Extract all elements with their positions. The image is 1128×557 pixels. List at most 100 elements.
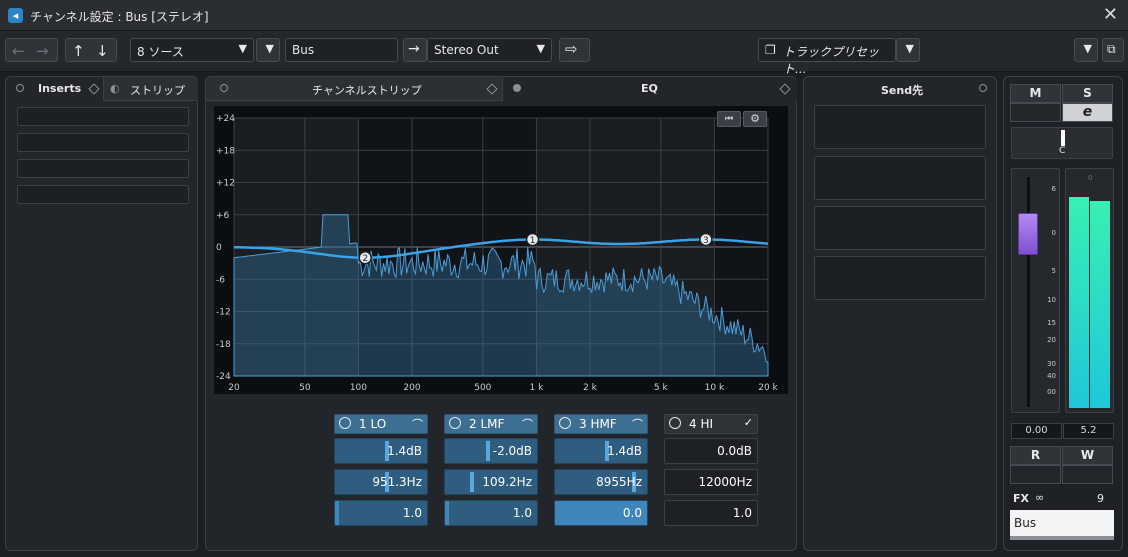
- automation-slot-right[interactable]: [1062, 465, 1113, 484]
- sources-select[interactable]: 8 ソース ▼: [130, 38, 254, 62]
- eq-node-1[interactable]: 1: [525, 232, 540, 247]
- preset-diamond-icon[interactable]: [88, 83, 100, 95]
- listen-button[interactable]: [1010, 103, 1061, 122]
- send-slot-3[interactable]: [814, 206, 986, 250]
- view-options-dropdown[interactable]: ▼: [1074, 38, 1098, 62]
- channel-name-label[interactable]: Bus: [1010, 510, 1114, 540]
- reset-icon[interactable]: ⏮: [717, 111, 741, 127]
- fader-handle[interactable]: [1018, 213, 1038, 255]
- gain-axis-label: -18: [216, 340, 231, 350]
- route-output-button[interactable]: ⇨: [559, 38, 590, 62]
- gain-axis-label: +24: [216, 114, 235, 124]
- meter-scale-top: 0: [1088, 174, 1093, 182]
- up-arrow-icon[interactable]: ↑: [72, 42, 85, 60]
- automation-slot-left[interactable]: [1010, 465, 1061, 484]
- send-slot-4[interactable]: [814, 256, 986, 300]
- band-1-q-field[interactable]: 1.0: [334, 500, 428, 526]
- band-1-header[interactable]: 1 LO ⌒: [334, 414, 428, 434]
- gain-axis-label: +18: [216, 146, 235, 156]
- fader-value[interactable]: 0.00: [1011, 423, 1062, 439]
- forward-arrow-icon[interactable]: →: [36, 42, 49, 60]
- band-4-frequency-field[interactable]: 12000Hz: [664, 469, 758, 495]
- freq-axis-label: 1 k: [530, 383, 545, 393]
- band-2-gain-field[interactable]: -2.0dB: [444, 438, 538, 464]
- bypass-icon[interactable]: [16, 84, 24, 92]
- band-value: 1.0: [402, 506, 422, 520]
- preset-diamond-icon[interactable]: [486, 83, 498, 95]
- power-icon[interactable]: [339, 417, 351, 429]
- fader-scale-label: 10: [1047, 296, 1056, 304]
- volume-fader[interactable]: 6 0 5 10 15 20 30 40 00: [1011, 168, 1060, 413]
- band-2-frequency-field[interactable]: 109.2Hz: [444, 469, 538, 495]
- write-automation-button[interactable]: W: [1062, 446, 1113, 465]
- edit-button[interactable]: e: [1062, 103, 1113, 122]
- meter-peak-value[interactable]: 5.2: [1063, 423, 1114, 439]
- channel-name-field[interactable]: Bus: [285, 38, 398, 62]
- band-3-frequency-field[interactable]: 8955Hz: [554, 469, 648, 495]
- filter-shape-icon[interactable]: ⌒: [632, 416, 643, 432]
- gain-axis-label: +6: [216, 211, 230, 221]
- gain-axis-label: -6: [216, 275, 225, 285]
- send-slot-2[interactable]: [814, 156, 986, 200]
- pan-value: C: [1059, 146, 1066, 156]
- band-1-gain-field[interactable]: 1.4dB: [334, 438, 428, 464]
- band-2-q-field[interactable]: 1.0: [444, 500, 538, 526]
- gear-icon[interactable]: ⚙: [743, 111, 767, 127]
- preset-icon: ❐: [765, 43, 776, 57]
- output-select[interactable]: Stereo Out ▼: [427, 38, 552, 62]
- fader-scale-label: 5: [1051, 267, 1056, 275]
- eq-node-3[interactable]: 3: [699, 232, 713, 247]
- insert-slot-1[interactable]: [17, 107, 189, 126]
- strip-toggle-icon[interactable]: ◐: [110, 82, 120, 95]
- insert-slot-3[interactable]: [17, 159, 189, 178]
- filter-shape-icon[interactable]: ✓: [744, 416, 753, 429]
- bypass-icon[interactable]: [220, 84, 228, 92]
- output-routing-button[interactable]: →: [403, 38, 427, 62]
- sources-dropdown-button[interactable]: ▼: [256, 38, 280, 62]
- insert-slot-2[interactable]: [17, 133, 189, 152]
- band-1-frequency-field[interactable]: 951.3Hz: [334, 469, 428, 495]
- channel-strip-panel: M S e C 6 0 5 10 15 20 30 40 00 0 0.00 5.2 R W F…: [1003, 76, 1123, 551]
- band-3-header[interactable]: 3 HMF ⌒: [554, 414, 648, 434]
- preset-diamond-icon[interactable]: [779, 83, 791, 95]
- eq-node-2[interactable]: 2: [358, 250, 372, 265]
- back-arrow-icon[interactable]: ←: [12, 42, 25, 60]
- meter-bar-left: [1069, 197, 1089, 408]
- sources-label: 8 ソース: [137, 45, 184, 59]
- down-arrow-icon[interactable]: ↓: [96, 42, 109, 60]
- pan-control[interactable]: C: [1011, 127, 1113, 159]
- power-icon[interactable]: [449, 417, 461, 429]
- eq-graph[interactable]: +24 +18 +12 +6 0 -6 -12 -18 -24 20 50 100 200 500 1 k…: [214, 106, 788, 394]
- band-value: 1.4dB: [607, 444, 642, 458]
- title-bar: ◂ チャンネル設定 : Bus [ステレオ] ✕: [0, 0, 1128, 31]
- track-preset-field[interactable]: ❐ トラックプリセット...: [758, 38, 896, 76]
- band-4-header[interactable]: 4 HI ✓: [664, 414, 758, 434]
- sends-bypass-icon[interactable]: [979, 84, 987, 92]
- tab-eq-label: EQ: [641, 82, 658, 95]
- tab-channel-strip[interactable]: チャンネルストリップ: [206, 77, 502, 101]
- eq-bypass-icon[interactable]: [513, 84, 521, 92]
- filter-shape-icon[interactable]: ⌒: [522, 416, 533, 432]
- band-4-gain-field[interactable]: 0.0dB: [664, 438, 758, 464]
- band-4-q-field[interactable]: 1.0: [664, 500, 758, 526]
- close-icon[interactable]: ✕: [1103, 4, 1118, 25]
- tab-inserts[interactable]: Inserts: [6, 77, 104, 101]
- tab-strip[interactable]: ◐ ストリップ: [104, 77, 198, 101]
- read-automation-button[interactable]: R: [1010, 446, 1061, 465]
- link-icon[interactable]: ∞: [1035, 491, 1044, 504]
- band-3-gain-field[interactable]: 1.4dB: [554, 438, 648, 464]
- detach-window-button[interactable]: ⧉: [1102, 38, 1124, 62]
- insert-slot-4[interactable]: [17, 185, 189, 204]
- filter-shape-icon[interactable]: ⌒: [412, 416, 423, 432]
- tab-eq[interactable]: EQ: [502, 77, 797, 101]
- power-icon[interactable]: [559, 417, 571, 429]
- band-3-q-field[interactable]: 0.0: [554, 500, 648, 526]
- band-2-header[interactable]: 2 LMF ⌒: [444, 414, 538, 434]
- band-value: 1.0: [512, 506, 532, 520]
- power-icon[interactable]: [669, 417, 681, 429]
- send-slot-1[interactable]: [814, 105, 986, 149]
- solo-button[interactable]: S: [1062, 84, 1113, 103]
- eq-graph-svg[interactable]: +24 +18 +12 +6 0 -6 -12 -18 -24 20 50 100 200 500 1 k…: [214, 106, 788, 394]
- track-preset-dropdown[interactable]: ▼: [896, 38, 920, 62]
- mute-button[interactable]: M: [1010, 84, 1061, 103]
